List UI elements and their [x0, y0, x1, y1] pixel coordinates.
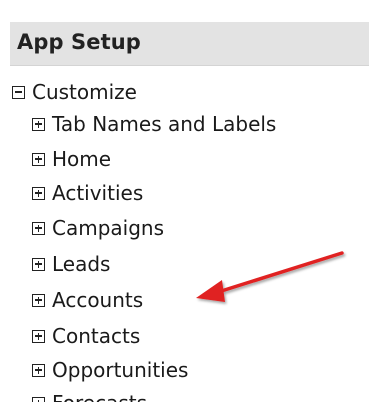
expand-icon[interactable] — [32, 152, 45, 166]
app-setup-panel: App Setup Customize Tab Names and Labels… — [0, 0, 379, 402]
tree-node-opportunities[interactable]: Opportunities — [32, 355, 188, 385]
collapse-icon[interactable] — [12, 85, 25, 99]
expand-icon[interactable] — [32, 221, 45, 235]
tree-node-label: Forecasts — [52, 391, 147, 402]
expand-icon[interactable] — [32, 293, 45, 307]
tree-node-tab-names-and-labels[interactable]: Tab Names and Labels — [32, 109, 276, 139]
expand-icon[interactable] — [32, 396, 45, 402]
tree-node-label: Customize — [32, 80, 137, 104]
expand-icon[interactable] — [32, 186, 45, 200]
tree-node-label: Opportunities — [52, 358, 189, 382]
tree-node-customize[interactable]: Customize — [12, 77, 137, 107]
tree-node-label: Tab Names and Labels — [52, 112, 277, 136]
expand-icon[interactable] — [32, 329, 45, 343]
expand-icon[interactable] — [32, 257, 45, 271]
tree-node-contacts[interactable]: Contacts — [32, 321, 140, 351]
tree-node-label: Home — [52, 147, 112, 171]
tree-node-label: Campaigns — [52, 216, 165, 240]
expand-icon[interactable] — [32, 117, 45, 131]
setup-tree: Customize Tab Names and Labels Home Acti… — [0, 0, 379, 402]
tree-node-leads[interactable]: Leads — [32, 249, 110, 279]
tree-node-label: Activities — [52, 181, 144, 205]
tree-node-label: Leads — [52, 252, 111, 276]
expand-icon[interactable] — [32, 363, 45, 377]
tree-node-accounts[interactable]: Accounts — [32, 285, 143, 315]
tree-node-label: Contacts — [52, 324, 141, 348]
tree-node-forecasts[interactable]: Forecasts — [32, 388, 147, 402]
tree-node-campaigns[interactable]: Campaigns — [32, 213, 164, 243]
tree-node-label: Accounts — [52, 288, 144, 312]
tree-node-home[interactable]: Home — [32, 144, 111, 174]
tree-node-activities[interactable]: Activities — [32, 178, 143, 208]
